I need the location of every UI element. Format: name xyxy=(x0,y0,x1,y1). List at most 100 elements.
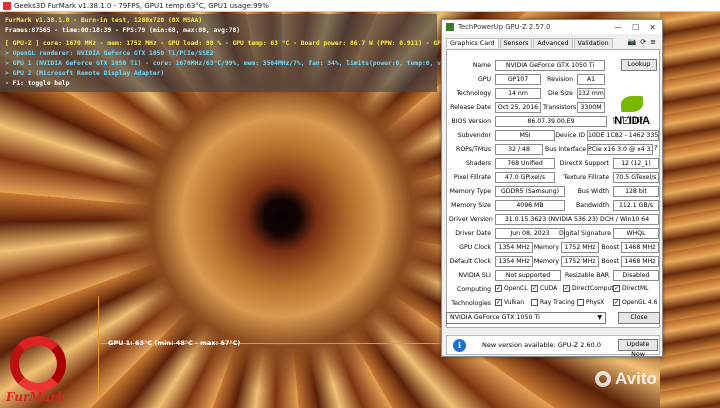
texture-fillrate-label: Texture Fillrate xyxy=(563,174,609,181)
osd-line: - F1: toggle help xyxy=(5,80,70,87)
device-id-label: Device ID xyxy=(555,132,585,139)
vulkan-label: Vulkan xyxy=(504,299,525,306)
gpu-select-value: NVIDIA GeForce GTX 1050 Ti xyxy=(450,314,540,321)
chevron-down-icon: ▼ xyxy=(597,314,602,321)
gpuz-title: TechPowerUp GPU-Z 2.57.0 xyxy=(458,23,551,31)
default-clock-value: 1354 MHz xyxy=(495,256,533,267)
gpuz-app-icon xyxy=(446,23,454,31)
bus-interface-label: Bus Interface xyxy=(545,146,587,153)
memory-size-value: 4096 MB xyxy=(495,200,565,211)
camera-icon[interactable]: 📷 xyxy=(628,38,637,46)
screen: Geeks3D FurMark v1.38.1.0 - 79FPS, GPU1 … xyxy=(0,0,720,408)
default-boost-value: 1468 MHz xyxy=(621,256,659,267)
update-now-button[interactable]: Update Now xyxy=(618,339,658,358)
temp-graph-label: GPU 1: 63°C (min: 48°C - max: 67°C) xyxy=(108,339,241,347)
memory-clock-label: Memory xyxy=(533,244,559,251)
boost-value: 1468 MHz xyxy=(621,242,659,253)
bandwidth-label: Bandwidth xyxy=(576,202,609,209)
osd-panel: FurMark v1.38.1.0 - Burn-in test, 1280x7… xyxy=(0,14,509,92)
gpu-label: GPU xyxy=(477,76,491,83)
furmark-titlebar: Geeks3D FurMark v1.38.1.0 - 79FPS, GPU1 … xyxy=(0,0,720,12)
gpu-select[interactable]: NVIDIA GeForce GTX 1050 Ti ▼ xyxy=(446,312,606,324)
osd-line: > OpenGL renderer: NVIDIA GeForce GTX 10… xyxy=(5,50,214,57)
physx-label: PhysX xyxy=(586,299,605,306)
bios-value: 86.07.39.00.E9 xyxy=(495,116,607,127)
update-bar: i New version available: GPU-Z 2.60.0 Up… xyxy=(446,335,660,358)
cuda-checkbox: ✓ CUDA xyxy=(531,285,557,292)
osd-line: > GPU 2 (Microsoft Remote Display Adapte… xyxy=(5,70,165,77)
avito-watermark: Avito xyxy=(595,369,657,389)
bios-label: BIOS Version xyxy=(451,118,491,125)
revision-label: Revision xyxy=(547,76,573,83)
check-icon: ✓ xyxy=(495,299,502,306)
directml-checkbox: ✓ DirectML xyxy=(613,285,648,292)
watermark-text: Avito xyxy=(615,369,657,388)
furmark-logo-text: FurMark xyxy=(6,390,66,404)
driver-date-value: Jun 08, 2023 xyxy=(495,228,565,239)
tab-graphics-card[interactable]: Graphics Card xyxy=(446,38,499,48)
bus-width-label: Bus Width xyxy=(577,188,609,195)
maximize-icon[interactable]: ☐ xyxy=(632,23,639,32)
tab-sensors[interactable]: Sensors xyxy=(499,38,533,48)
subvendor-label: Subvendor xyxy=(457,132,491,139)
empty-check-icon xyxy=(577,299,584,306)
refresh-icon[interactable]: ⟳ xyxy=(640,38,646,46)
minimize-icon[interactable]: — xyxy=(614,23,622,32)
shaders-value: 768 Unified xyxy=(495,158,555,169)
computing-label: Computing xyxy=(457,286,491,293)
check-icon: ✓ xyxy=(563,285,570,292)
osd-line: Frames:87565 - time:00:18:39 - FPS:79 (m… xyxy=(5,27,241,34)
opencl-checkbox: ✓ OpenCL xyxy=(495,285,528,292)
subvendor-value: MSI xyxy=(495,130,555,141)
opencl-label: OpenCL xyxy=(504,285,528,292)
graphics-card-panel: Name NVIDIA GeForce GTX 1050 Ti Lookup G… xyxy=(446,49,660,328)
check-icon: ✓ xyxy=(531,285,538,292)
nvidia-eye-icon xyxy=(621,96,643,112)
name-value: NVIDIA GeForce GTX 1050 Ti xyxy=(495,60,605,71)
opengl-label: OpenGL 4.6 xyxy=(622,299,658,306)
resizable-bar-value: Disabled xyxy=(613,270,659,281)
gpu-clock-value: 1354 MHz xyxy=(495,242,533,253)
die-size-label: Die Size xyxy=(548,90,573,97)
uefi-checkbox[interactable]: ✓ UEFI xyxy=(623,117,645,124)
digital-signature-value: WHQL xyxy=(613,228,659,239)
memory-size-label: Memory Size xyxy=(451,202,491,209)
sli-label: NVIDIA SLI xyxy=(458,272,491,279)
check-icon: ✓ xyxy=(613,285,620,292)
pixel-fillrate-label: Pixel Fillrate xyxy=(453,174,491,181)
uefi-label: UEFI xyxy=(632,117,646,124)
die-size-value: 132 mm² xyxy=(577,88,605,99)
osd-line: [ GPU-Z ] core: 1670 MHz - mem: 1752 MHz… xyxy=(5,40,510,47)
furmark-app-icon xyxy=(3,1,11,10)
osd-line: > GPU 1 (NVIDIA GeForce GTX 1050 Ti) - c… xyxy=(5,60,487,67)
memory-clock-value: 1752 MHz xyxy=(561,242,599,253)
close-button[interactable]: Close xyxy=(618,312,660,324)
technology-label: Technology xyxy=(456,90,491,97)
help-icon[interactable]: ? xyxy=(654,144,658,152)
opengl-checkbox: ✓ OpenGL 4.6 xyxy=(613,299,657,306)
texture-fillrate-value: 70.5 GTexel/s xyxy=(613,172,659,183)
bandwidth-value: 112.1 GB/s xyxy=(613,200,659,211)
cuda-label: CUDA xyxy=(540,285,558,292)
boost-label: Boost xyxy=(601,244,619,251)
tab-validation[interactable]: Validation xyxy=(573,38,613,48)
gpuz-titlebar[interactable]: TechPowerUp GPU-Z 2.57.0 — ☐ ✕ xyxy=(442,20,662,34)
empty-check-icon xyxy=(531,299,538,306)
raytracing-label: Ray Tracing xyxy=(540,299,575,306)
directx-label: DirectX Support xyxy=(559,160,609,167)
lookup-button[interactable]: Lookup xyxy=(621,59,657,71)
technology-value: 14 nm xyxy=(495,88,541,99)
share-icon[interactable]: ⇪ xyxy=(611,116,618,125)
default-boost-label: Boost xyxy=(601,258,619,265)
directml-label: DirectML xyxy=(622,285,649,292)
tab-advanced[interactable]: Advanced xyxy=(533,38,573,48)
gpu-clock-label: GPU Clock xyxy=(459,244,491,251)
render-edge xyxy=(660,12,720,408)
memory-type-label: Memory Type xyxy=(449,188,491,195)
shaders-label: Shaders xyxy=(465,160,491,167)
close-icon[interactable]: ✕ xyxy=(649,23,656,32)
transistors-label: Transistors xyxy=(543,104,577,111)
menu-icon[interactable]: ≡ xyxy=(650,38,656,46)
check-icon: ✓ xyxy=(613,299,620,306)
release-date-value: Oct 25, 2016 xyxy=(495,102,541,113)
